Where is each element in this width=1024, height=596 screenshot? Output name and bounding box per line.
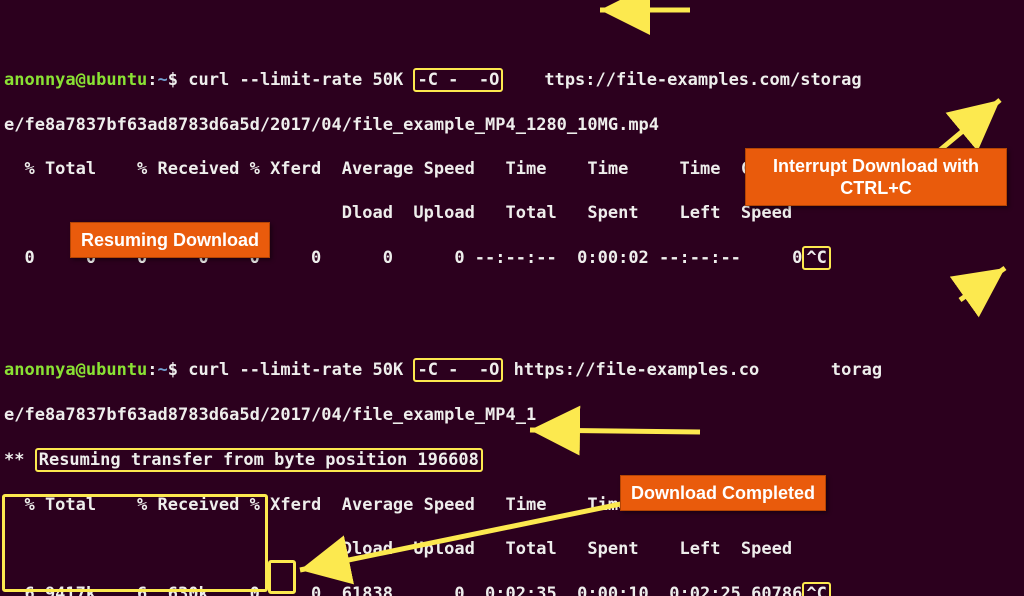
final-zero-highlight bbox=[268, 560, 296, 594]
prompt-path: ~ bbox=[158, 70, 168, 90]
prompt-sym: $ bbox=[168, 360, 178, 380]
url-seg: https://file-examples.co bbox=[503, 360, 759, 380]
prompt-path: ~ bbox=[158, 360, 168, 380]
ctrlc: ^C bbox=[806, 584, 826, 596]
flag-c: -C - bbox=[417, 70, 458, 90]
callout-interrupt: Interrupt Download with CTRL+C bbox=[745, 148, 1007, 206]
url-line: e/fe8a7837bf63ad8783d6a5d/2017/04/file_e… bbox=[4, 114, 1020, 136]
resume-prefix: ** bbox=[4, 450, 35, 470]
url-seg: torag bbox=[831, 360, 882, 380]
resume-msg: Resuming transfer from byte position 196… bbox=[39, 450, 479, 470]
callout-text: Download Completed bbox=[631, 483, 815, 503]
flag-c-highlight: -C - -O bbox=[413, 68, 503, 92]
resume-highlight: Resuming transfer from byte position 196… bbox=[35, 448, 483, 472]
cmd-text: curl --limit-rate 50K bbox=[188, 360, 413, 380]
callout-text: Interrupt Download with CTRL+C bbox=[773, 156, 979, 198]
ctrlc: ^C bbox=[806, 248, 826, 268]
flag-o: -O bbox=[479, 70, 499, 90]
prompt-sep: : bbox=[147, 360, 157, 380]
flag-o: -O bbox=[479, 360, 499, 380]
url-seg: ttps://file-examples.com/storag bbox=[544, 70, 861, 90]
ctrlc-highlight: ^C bbox=[802, 582, 830, 596]
final-progress-highlight bbox=[2, 494, 268, 592]
flag-c-highlight: -C - -O bbox=[413, 358, 503, 382]
callout-done: Download Completed bbox=[620, 475, 826, 511]
ctrlc-highlight: ^C bbox=[802, 246, 830, 270]
callout-resume: Resuming Download bbox=[70, 222, 270, 258]
callout-text: Resuming Download bbox=[81, 230, 259, 250]
url-part bbox=[503, 70, 544, 90]
url-line: e/fe8a7837bf63ad8783d6a5d/2017/04/file_e… bbox=[4, 404, 1020, 426]
flag-c: -C - bbox=[417, 360, 458, 380]
prompt-user: anonnya@ubuntu bbox=[4, 70, 147, 90]
cmd-text: curl --limit-rate 50K bbox=[188, 70, 413, 90]
prompt-sym: $ bbox=[168, 70, 178, 90]
prompt-user: anonnya@ubuntu bbox=[4, 360, 147, 380]
prompt-sep: : bbox=[147, 70, 157, 90]
